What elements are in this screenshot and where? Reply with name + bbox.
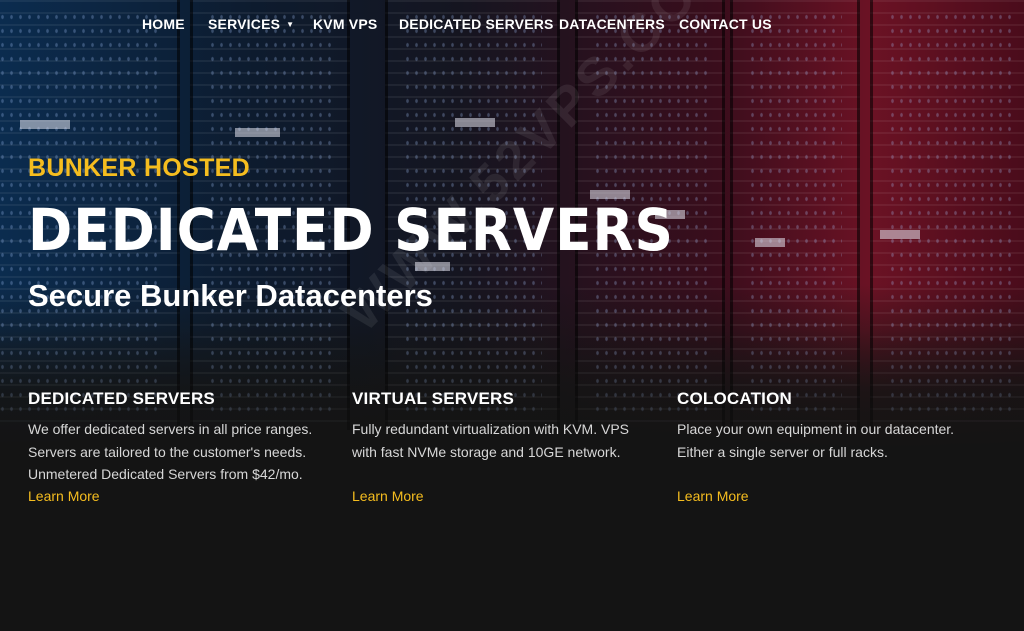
learn-more-link[interactable]: Learn More [352,488,424,504]
feature-title: DEDICATED SERVERS [28,389,215,408]
nav-item-services[interactable]: SERVICES ▼ [208,16,294,32]
caret-down-icon: ▼ [286,20,295,29]
feature-virtual-servers: VIRTUAL SERVERS Fully redundant virtuali… [352,389,652,504]
hero-eyebrow: BUNKER HOSTED [28,154,250,182]
nav-item-kvm-vps[interactable]: KVM VPS [313,16,377,32]
nav-item-contact-us[interactable]: CONTACT US [679,16,772,32]
feature-description: Fully redundant virtualization with KVM.… [352,421,630,460]
nav-item-dedicated-servers[interactable]: DEDICATED SERVERS [399,16,554,32]
hero-subheadline: Secure Bunker Datacenters [28,278,433,313]
feature-title: VIRTUAL SERVERS [352,389,515,408]
feature-description: We offer dedicated servers in all price … [28,421,313,482]
learn-more-link[interactable]: Learn More [677,488,749,504]
feature-dedicated-servers: DEDICATED SERVERS We offer dedicated ser… [28,389,328,504]
nav-item-home[interactable]: HOME [142,16,185,32]
feature-description: Place your own equipment in our datacent… [677,421,955,460]
main-nav: HOME SERVICES ▼ KVM VPS DEDICATED SERVERS… [0,0,1024,48]
feature-title: COLOCATION [677,389,793,408]
hero-headline: DEDICATED SERVERS [28,196,674,264]
nav-item-datacenters[interactable]: DATACENTERS [559,16,665,32]
feature-colocation: COLOCATION Place your own equipment in o… [677,389,977,504]
learn-more-link[interactable]: Learn More [28,488,100,504]
nav-item-services-label: SERVICES [208,16,281,32]
hero-background-image: WWW.52VPS.COM [0,0,1024,631]
